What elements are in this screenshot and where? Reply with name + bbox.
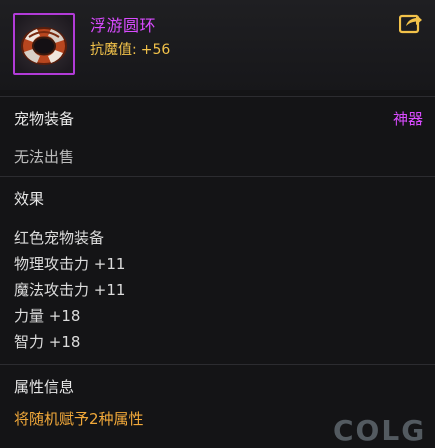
share-button[interactable]	[398, 12, 423, 34]
rarity-label: 神器	[392, 110, 423, 128]
divider	[0, 176, 435, 177]
sell-status: 无法出售	[14, 148, 75, 166]
share-icon	[398, 14, 422, 34]
stat-value: +56	[140, 42, 171, 58]
effect-line: 红色宠物装备	[14, 229, 105, 247]
item-icon-frame	[13, 13, 75, 75]
item-stat: 抗魔值: +56	[90, 39, 170, 59]
tooltip-header: 浮游圆环 抗魔值: +56	[0, 0, 435, 90]
effect-line: 物理攻击力 +11	[14, 255, 126, 273]
colg-watermark: COLG	[333, 414, 427, 447]
life-ring-icon	[15, 15, 73, 73]
attributes-desc: 将随机赋予2种属性	[14, 410, 144, 428]
attributes-title: 属性信息	[14, 378, 75, 396]
item-name: 浮游圆环	[90, 16, 157, 35]
stat-label: 抗魔值:	[90, 42, 137, 58]
divider	[0, 96, 435, 97]
effect-line: 力量 +18	[14, 307, 81, 325]
effects-title: 效果	[14, 190, 45, 208]
category-label: 宠物装备	[14, 110, 75, 128]
divider	[0, 364, 435, 365]
effect-line: 魔法攻击力 +11	[14, 281, 126, 299]
effect-line: 智力 +18	[14, 333, 81, 351]
item-tooltip: 浮游圆环 抗魔值: +56 宠物装备 神器 无法出售 效果 红色宠物装备 物理攻击…	[0, 0, 435, 448]
